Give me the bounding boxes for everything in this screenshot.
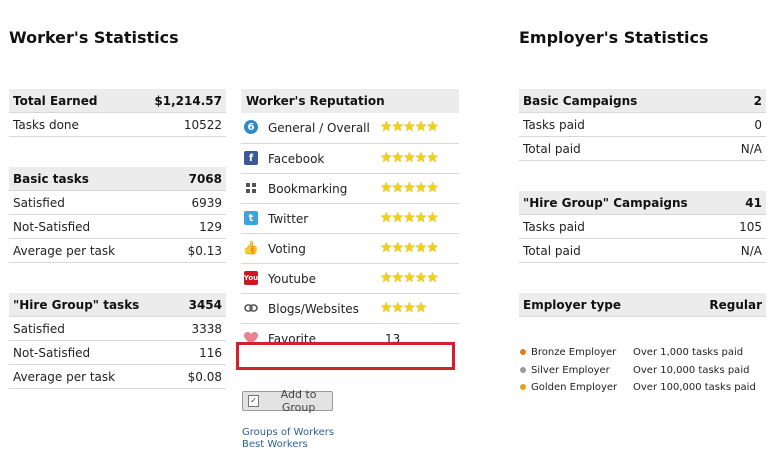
add-to-group-label: Add to Group xyxy=(280,388,317,414)
general-icon: 6 xyxy=(244,120,258,134)
total-earned-value: $1,214.57 xyxy=(128,89,226,113)
level-description: Over 10,000 tasks paid xyxy=(633,365,750,376)
employer-statistics-title: Employer's Statistics xyxy=(519,28,709,47)
total-earned-table: Total Earned $1,214.57 Tasks done 10522 xyxy=(9,89,226,137)
hire-group-tasks-label: "Hire Group" tasks xyxy=(9,293,174,317)
basic-tasks-value: 7068 xyxy=(165,167,226,191)
reputation-row-general: 6 General / Overall ★★★★★ xyxy=(241,113,459,144)
reputation-label: Youtube xyxy=(268,272,316,286)
rating-stars: ★★★★★ xyxy=(380,119,439,135)
golden-dot-icon xyxy=(520,384,526,390)
rating-stars: ★★★★★ xyxy=(380,240,439,256)
tasks-done-label: Tasks done xyxy=(9,112,129,137)
bookmarking-icon xyxy=(244,181,258,195)
average-per-task-value: $0.08 xyxy=(173,364,226,389)
total-paid-value: N/A xyxy=(718,136,766,161)
not-satisfied-label: Not-Satisfied xyxy=(9,214,166,239)
favorite-count: 13 xyxy=(385,332,401,346)
twitter-icon: t xyxy=(244,211,258,225)
reputation-label: Facebook xyxy=(268,152,325,166)
average-per-task-label: Average per task xyxy=(9,238,166,263)
best-workers-link[interactable]: Best Workers xyxy=(242,439,308,450)
average-per-task-label: Average per task xyxy=(9,364,174,389)
reputation-label: Blogs/Websites xyxy=(268,302,359,316)
rating-stars: ★★★★★ xyxy=(380,180,439,196)
youtube-icon: You xyxy=(244,271,258,285)
not-satisfied-value: 116 xyxy=(173,340,226,365)
groups-of-workers-link[interactable]: Groups of Workers xyxy=(242,427,334,438)
rating-stars: ★★★★★ xyxy=(380,150,439,166)
silver-dot-icon xyxy=(520,367,526,373)
level-description: Over 1,000 tasks paid xyxy=(633,347,744,358)
total-paid-label: Total paid xyxy=(519,238,729,263)
total-earned-label: Total Earned xyxy=(9,89,129,113)
rating-stars: ★★★★★ xyxy=(380,270,439,286)
basic-tasks-label: Basic tasks xyxy=(9,167,166,191)
reputation-label: Twitter xyxy=(268,212,309,226)
total-paid-value: N/A xyxy=(728,238,766,263)
employer-type-label: Employer type xyxy=(519,293,677,317)
basic-tasks-table: Basic tasks 7068 Satisfied 6939 Not-Satisf… xyxy=(9,167,226,263)
reputation-row-favorite: Favorite 13 xyxy=(241,324,459,353)
favorite-label: Favorite xyxy=(268,332,316,346)
rating-stars: ★★★★★ xyxy=(380,210,439,226)
employer-type-value: Regular xyxy=(676,293,766,317)
satisfied-label: Satisfied xyxy=(9,190,166,215)
satisfied-value: 3338 xyxy=(173,316,226,341)
reputation-label: Voting xyxy=(268,242,306,256)
bronze-dot-icon xyxy=(520,349,526,355)
worker-reputation-title: Worker's Reputation xyxy=(241,89,459,113)
basic-campaigns-label: Basic Campaigns xyxy=(519,89,719,113)
checkmark-icon: ✓ xyxy=(248,395,260,407)
average-per-task-value: $0.13 xyxy=(165,238,226,263)
reputation-row-bookmarking: Bookmarking ★★★★★ xyxy=(241,174,459,204)
silver-employer-row: Silver Employer Over 10,000 tasks paid xyxy=(520,365,749,376)
hire-group-campaigns-value: 41 xyxy=(728,191,766,215)
tasks-paid-value: 0 xyxy=(718,112,766,137)
link-icon xyxy=(244,301,258,315)
hire-group-campaigns-table: "Hire Group" Campaigns 41 Tasks paid 105 T… xyxy=(519,191,766,263)
hire-group-campaigns-label: "Hire Group" Campaigns xyxy=(519,191,729,215)
not-satisfied-label: Not-Satisfied xyxy=(9,340,174,365)
thumbs-up-icon: 👍 xyxy=(242,240,260,256)
reputation-row-facebook: f Facebook ★★★★★ xyxy=(241,144,459,174)
basic-campaigns-table: Basic Campaigns 2 Tasks paid 0 Total paid N… xyxy=(519,89,766,161)
reputation-label: Bookmarking xyxy=(268,182,348,196)
tasks-done-value: 10522 xyxy=(128,112,226,137)
worker-statistics-title: Worker's Statistics xyxy=(9,28,179,47)
tasks-paid-value: 105 xyxy=(728,214,766,239)
hire-group-tasks-table: "Hire Group" tasks 3454 Satisfied 3338 Not… xyxy=(9,293,226,389)
level-name: Golden Employer xyxy=(531,382,618,393)
reputation-label: General / Overall xyxy=(268,121,370,135)
not-satisfied-value: 129 xyxy=(165,214,226,239)
reputation-row-blogs: Blogs/Websites ★★★★ xyxy=(241,294,459,324)
total-paid-label: Total paid xyxy=(519,136,719,161)
satisfied-label: Satisfied xyxy=(9,316,174,341)
golden-employer-row: Golden Employer Over 100,000 tasks paid xyxy=(520,382,756,393)
level-name: Silver Employer xyxy=(531,365,610,376)
level-description: Over 100,000 tasks paid xyxy=(633,382,756,393)
basic-campaigns-value: 2 xyxy=(718,89,766,113)
rating-stars: ★★★★ xyxy=(380,300,427,316)
level-name: Bronze Employer xyxy=(531,347,617,358)
satisfied-value: 6939 xyxy=(165,190,226,215)
employer-type-table: Employer type Regular xyxy=(519,293,766,317)
heart-icon xyxy=(244,331,258,345)
reputation-row-twitter: t Twitter ★★★★★ xyxy=(241,204,459,234)
tasks-paid-label: Tasks paid xyxy=(519,112,719,137)
reputation-row-youtube: You Youtube ★★★★★ xyxy=(241,264,459,294)
add-to-group-button[interactable]: ✓ Add to Group xyxy=(242,388,333,414)
worker-reputation-panel: Worker's Reputation 6 General / Overall … xyxy=(241,89,459,353)
bronze-employer-row: Bronze Employer Over 1,000 tasks paid xyxy=(520,347,743,358)
reputation-row-voting: 👍 Voting ★★★★★ xyxy=(241,234,459,264)
facebook-icon: f xyxy=(244,151,258,165)
tasks-paid-label: Tasks paid xyxy=(519,214,729,239)
hire-group-tasks-value: 3454 xyxy=(173,293,226,317)
